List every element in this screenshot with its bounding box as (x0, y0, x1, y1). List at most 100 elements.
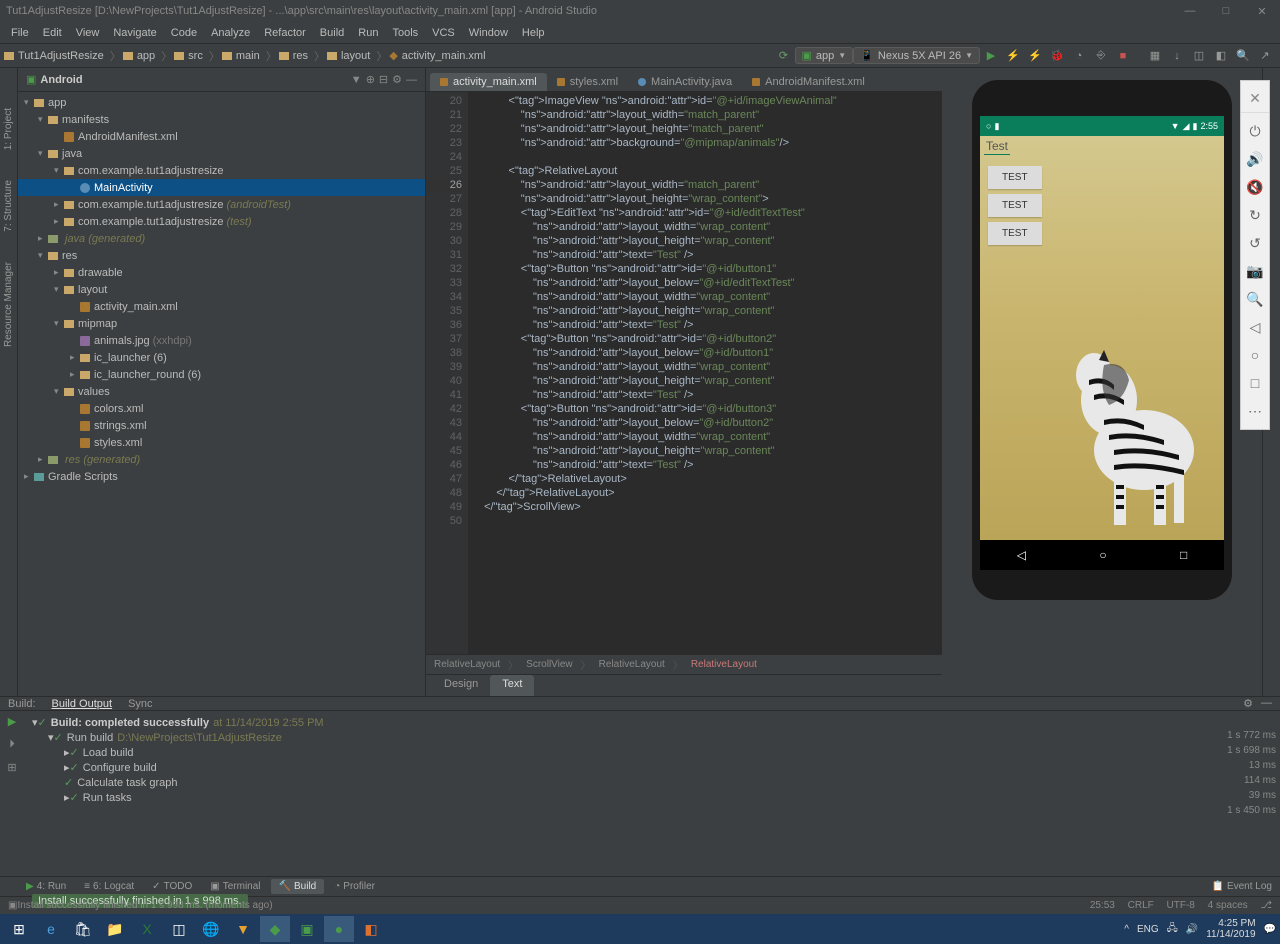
tree-res[interactable]: ▾res (18, 247, 425, 264)
rerun-icon[interactable]: ▶ (8, 715, 16, 728)
tree-activity-main[interactable]: activity_main.xml (18, 298, 425, 315)
gutter-resource-manager[interactable]: Resource Manager (3, 262, 14, 347)
taskbar-explorer[interactable]: 📁 (100, 916, 130, 942)
emulator-power[interactable]: ⏻ (1241, 117, 1269, 145)
settings-icon[interactable]: ⚙ (392, 73, 402, 86)
sync-gradle-icon[interactable]: ⟳ (776, 48, 792, 64)
attach-debugger-icon[interactable]: ⎆ (1093, 48, 1109, 64)
event-log-tab[interactable]: 📋 Event Log (1212, 881, 1272, 892)
tree-app[interactable]: ▾app (18, 94, 425, 111)
filter-icon[interactable]: ⏵ (9, 738, 15, 751)
taskbar-chrome[interactable]: 🌐 (196, 916, 226, 942)
taskbar-emulator[interactable]: ● (324, 916, 354, 942)
editor-tab-styles[interactable]: styles.xml (547, 73, 628, 91)
tree-drawable[interactable]: ▸drawable (18, 264, 425, 281)
tray-lang[interactable]: ENG (1137, 924, 1159, 935)
logcat-tool-tab[interactable]: ≡ 6: Logcat (76, 879, 142, 894)
tree-ic-launcher-round[interactable]: ▸ic_launcher_round (6) (18, 366, 425, 383)
apply-code-icon[interactable]: ⚡ (1027, 48, 1043, 64)
tree-java[interactable]: ▾java (18, 145, 425, 162)
nav-crumb-root[interactable]: Tut1AdjustResize (4, 50, 104, 62)
nav-crumb-layout[interactable]: layout (327, 50, 370, 62)
todo-tool-tab[interactable]: ✓ TODO (144, 879, 200, 894)
search-everywhere-icon[interactable]: 🔍 (1235, 48, 1251, 64)
close-button[interactable]: ✕ (1250, 5, 1274, 18)
back-button[interactable]: ◁ (1017, 548, 1026, 562)
apply-changes-icon[interactable]: ⚡ (1005, 48, 1021, 64)
indent[interactable]: 4 spaces (1208, 900, 1248, 911)
tree-layout[interactable]: ▾layout (18, 281, 425, 298)
emulator-rotate-right[interactable]: ↺ (1241, 229, 1269, 257)
tree-mipmap[interactable]: ▾mipmap (18, 315, 425, 332)
menu-help[interactable]: Help (515, 25, 552, 41)
nav-crumb-app[interactable]: app (123, 50, 155, 62)
app-edittext[interactable]: Test (984, 138, 1010, 155)
tray-volume-icon[interactable]: 🔊 (1186, 924, 1198, 935)
status-icon[interactable]: ▣ (8, 900, 17, 911)
menu-run[interactable]: Run (351, 25, 385, 41)
sync-tab[interactable]: Sync (128, 698, 152, 710)
taskbar-app3[interactable]: ◧ (356, 916, 386, 942)
resource-manager-icon[interactable]: ◧ (1213, 48, 1229, 64)
tray-network-icon[interactable]: 🖧 (1167, 921, 1178, 938)
app-button-3[interactable]: TEST (988, 222, 1042, 245)
start-button[interactable]: ⊞ (4, 916, 34, 942)
nav-crumb-file[interactable]: ◆ activity_main.xml (389, 49, 485, 62)
tray-clock[interactable]: 4:25 PM 11/14/2019 (1206, 918, 1255, 940)
build-output-tab[interactable]: Build Output (52, 698, 113, 710)
layout-inspector-icon[interactable]: ◫ (1191, 48, 1207, 64)
hide-panel-icon[interactable]: — (406, 74, 417, 86)
code-editor[interactable]: 2021222324252627282930313233343536373839… (426, 92, 942, 654)
tree-manifest-file[interactable]: AndroidManifest.xml (18, 128, 425, 145)
app-button-2[interactable]: TEST (988, 194, 1042, 217)
tree-package-test[interactable]: ▸com.example.tut1adjustresize(test) (18, 213, 425, 230)
tree-animals[interactable]: animals.jpg(xxhdpi) (18, 332, 425, 349)
stop-button[interactable]: ■ (1115, 48, 1131, 64)
menu-code[interactable]: Code (164, 25, 204, 41)
tray-up-icon[interactable]: ^ (1124, 924, 1129, 935)
taskbar-android-studio[interactable]: ◆ (260, 916, 290, 942)
taskbar-app1[interactable]: ◫ (164, 916, 194, 942)
scroll-from-source-icon[interactable]: ⊕ (366, 73, 375, 86)
editor-tab-android-manifest[interactable]: AndroidManifest.xml (742, 73, 875, 91)
tree-res-gen[interactable]: ▸res (generated) (18, 451, 425, 468)
emulator-more[interactable]: ⋯ (1241, 397, 1269, 425)
emulator-back[interactable]: ◁ (1241, 313, 1269, 341)
tree-colors[interactable]: colors.xml (18, 400, 425, 417)
menu-navigate[interactable]: Navigate (106, 25, 163, 41)
hide-icon[interactable]: — (1261, 697, 1272, 710)
tray-notifications-icon[interactable]: 💬 (1264, 924, 1276, 935)
emulator-home[interactable]: ○ (1241, 341, 1269, 369)
tree-styles[interactable]: styles.xml (18, 434, 425, 451)
encoding[interactable]: UTF-8 (1167, 900, 1195, 911)
avd-manager-icon[interactable]: ▦ (1147, 48, 1163, 64)
nav-crumb-res[interactable]: res (279, 50, 308, 62)
menu-vcs[interactable]: VCS (425, 25, 462, 41)
tree-java-gen[interactable]: ▸java (generated) (18, 230, 425, 247)
crumb-relativelayout3[interactable]: RelativeLayout (691, 659, 757, 670)
taskbar-sublime[interactable]: ▼ (228, 916, 258, 942)
phone-screen[interactable]: ○▮ ▼◢▮2:55 Test TEST TEST TEST (980, 116, 1224, 570)
taskbar-edge[interactable]: e (36, 916, 66, 942)
emulator-rotate-left[interactable]: ↻ (1241, 201, 1269, 229)
emulator-close[interactable]: ✕ (1241, 85, 1269, 113)
tree-strings[interactable]: strings.xml (18, 417, 425, 434)
sdk-manager-icon[interactable]: ↓ (1169, 48, 1185, 64)
profiler-tool-tab[interactable]: ◔ Profiler (326, 879, 383, 894)
run-config-dropdown[interactable]: ▣app▼ (795, 47, 854, 64)
collapse-all-icon[interactable]: ⊟ (379, 73, 388, 86)
crumb-relativelayout1[interactable]: RelativeLayout (434, 659, 500, 670)
home-button[interactable]: ○ (1099, 548, 1106, 562)
project-view-dropdown[interactable]: Android (40, 74, 344, 86)
run-tool-tab[interactable]: ▶4: Run (18, 879, 74, 894)
emulator-screenshot[interactable]: 📷 (1241, 257, 1269, 285)
emulator-zoom[interactable]: 🔍 (1241, 285, 1269, 313)
profiler-icon[interactable]: ◔ (1071, 48, 1087, 64)
code-content[interactable]: <"tag">ImageView "ns">android:"attr">id=… (468, 92, 942, 654)
emulator-volume-down[interactable]: 🔇 (1241, 173, 1269, 201)
menu-tools[interactable]: Tools (385, 25, 425, 41)
terminal-tool-tab[interactable]: ▣ Terminal (202, 879, 268, 894)
text-tab[interactable]: Text (490, 675, 534, 696)
caret-position[interactable]: 25:53 (1090, 900, 1115, 911)
menu-build[interactable]: Build (313, 25, 351, 41)
